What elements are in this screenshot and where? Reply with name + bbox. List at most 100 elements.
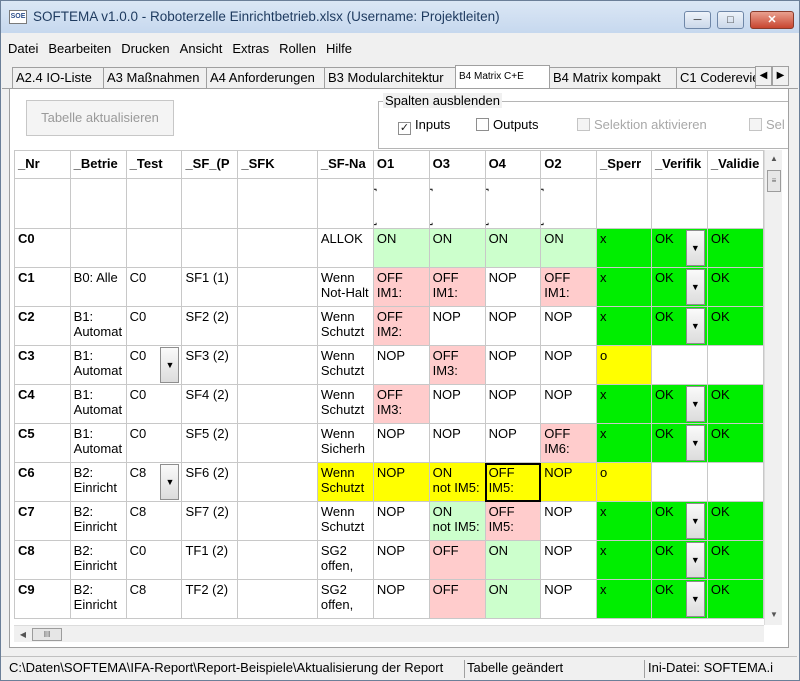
cell-sfp[interactable] bbox=[181, 228, 239, 268]
cell-o2[interactable]: NOP bbox=[540, 345, 598, 385]
cell-verifik[interactable]: OK ▼ bbox=[650, 267, 708, 307]
cell-o3[interactable]: OFF bbox=[428, 540, 486, 580]
table-row[interactable]: C4 B1: Automat C0 SF4 (2) Wenn Schutzt OFF IM… bbox=[14, 384, 764, 424]
cell-betrieb[interactable]: B1: Automat bbox=[69, 384, 127, 424]
column-header[interactable]: _Nr bbox=[14, 150, 71, 179]
chevron-down-icon[interactable]: ▼ bbox=[160, 347, 180, 383]
cell-sfp[interactable]: SF7 (2) bbox=[181, 501, 239, 541]
vertical-scrollbar[interactable]: ▲ ≡ ▼ bbox=[764, 150, 782, 625]
cell-verifik[interactable]: OK ▼ bbox=[650, 501, 708, 541]
cell-o1[interactable]: NOP bbox=[372, 579, 430, 619]
menu-drucken[interactable]: Drucken bbox=[115, 37, 173, 56]
cell-sfna[interactable]: Wenn Schutzt bbox=[316, 501, 374, 541]
cell-sfp[interactable]: SF4 (2) bbox=[181, 384, 239, 424]
cell-test[interactable] bbox=[125, 228, 183, 268]
cell-o2[interactable]: OFF IM1: bbox=[540, 267, 598, 307]
cell-valid[interactable]: OK bbox=[706, 423, 764, 463]
cell-sfp[interactable]: SF2 (2) bbox=[181, 306, 239, 346]
matrix-grid[interactable]: _Nr _Betrie _Test _SF_(P _SFK _SF-Na O1 O3 O4 O2 _… bbox=[14, 150, 764, 620]
cell-o4[interactable]: NOP bbox=[484, 306, 542, 346]
cell-betrieb[interactable]: B0: Alle bbox=[69, 267, 127, 307]
scroll-up-icon[interactable]: ▲ bbox=[766, 151, 782, 167]
tab-massnahmen[interactable]: A3 Maßnahmen bbox=[103, 67, 207, 88]
cell-sfk[interactable] bbox=[237, 540, 318, 580]
cell-sfna[interactable]: ALLOK bbox=[316, 228, 374, 268]
cell-o1[interactable]: ON bbox=[372, 228, 430, 268]
tab-matrix-ce[interactable]: B4 Matrix C+E bbox=[455, 65, 550, 88]
cell-o3[interactable]: OFF IM3: bbox=[428, 345, 486, 385]
cell-sperr[interactable]: x bbox=[596, 579, 652, 619]
cell-o4[interactable]: ON bbox=[484, 579, 542, 619]
menu-ansicht[interactable]: Ansicht bbox=[174, 37, 227, 56]
column-header[interactable]: _Betrie bbox=[69, 150, 127, 179]
column-header[interactable]: _Sperr bbox=[596, 150, 652, 179]
chevron-down-icon[interactable]: ▼ bbox=[685, 230, 705, 266]
cell-o2[interactable]: NOP bbox=[540, 462, 598, 502]
cell-nr[interactable]: C7 bbox=[14, 501, 71, 541]
cell-o2[interactable]: NOP bbox=[540, 306, 598, 346]
cell-verifik[interactable]: OK ▼ bbox=[650, 579, 708, 619]
cell-test[interactable]: C0 ▼ bbox=[125, 345, 183, 385]
column-header[interactable]: _SF-Na bbox=[316, 150, 374, 179]
cell-o3[interactable]: OFF IM1: bbox=[428, 267, 486, 307]
cell-o4[interactable]: NOP bbox=[484, 384, 542, 424]
scroll-down-icon[interactable]: ▼ bbox=[766, 607, 782, 623]
horizontal-scroll-thumb[interactable]: ‖‖ bbox=[32, 628, 62, 641]
cell-valid[interactable]: OK bbox=[706, 579, 764, 619]
tab-matrix-kompakt[interactable]: B4 Matrix kompakt bbox=[549, 67, 677, 88]
cell-o2[interactable]: ON bbox=[540, 228, 598, 268]
cell-sfk[interactable] bbox=[237, 462, 318, 502]
cell-betrieb[interactable]: B1: Automat bbox=[69, 345, 127, 385]
column-header[interactable]: _SF_(P bbox=[181, 150, 239, 179]
cell-valid[interactable] bbox=[706, 462, 764, 502]
column-header[interactable]: _SFK bbox=[237, 150, 318, 179]
cell-betrieb[interactable]: B1: Automat bbox=[69, 306, 127, 346]
chevron-down-icon[interactable]: ▼ bbox=[685, 542, 705, 578]
maximize-icon[interactable]: □ bbox=[717, 11, 744, 29]
cell-o4[interactable]: ON bbox=[484, 228, 542, 268]
table-row[interactable]: C9 B2: Einricht C8 TF2 (2) SG2 offen, NOP OFF O… bbox=[14, 579, 764, 619]
cell-nr[interactable]: C8 bbox=[14, 540, 71, 580]
vertical-scroll-thumb[interactable]: ≡ bbox=[767, 170, 781, 192]
cell-o4[interactable]: OFF IM5: bbox=[484, 462, 542, 502]
menu-extras[interactable]: Extras bbox=[226, 37, 273, 56]
cell-sperr[interactable]: x bbox=[596, 228, 652, 268]
column-header[interactable]: _Validie bbox=[706, 150, 764, 179]
cell-o1[interactable]: NOP bbox=[372, 540, 430, 580]
table-row[interactable]: C1 B0: Alle C0 SF1 (1) Wenn Not-Halt OFF IM1:… bbox=[14, 267, 764, 307]
cell-o3[interactable]: ON not IM5: bbox=[428, 462, 486, 502]
chevron-down-icon[interactable]: ▼ bbox=[685, 386, 705, 422]
cell-o2[interactable]: NOP bbox=[540, 579, 598, 619]
cell-betrieb[interactable] bbox=[69, 228, 127, 268]
column-header[interactable]: O4 bbox=[484, 150, 542, 179]
menu-hilfe[interactable]: Hilfe bbox=[320, 37, 356, 56]
cell-sfna[interactable]: Wenn Sicherh bbox=[316, 423, 374, 463]
cell-valid[interactable]: OK bbox=[706, 384, 764, 424]
cell-betrieb[interactable]: B2: Einricht bbox=[69, 462, 127, 502]
cell-sperr[interactable]: x bbox=[596, 306, 652, 346]
cell-o1[interactable]: OFF IM3: bbox=[372, 384, 430, 424]
chevron-down-icon[interactable]: ▼ bbox=[685, 308, 705, 344]
outputs-checkbox[interactable]: Outputs bbox=[476, 117, 539, 132]
cell-o4[interactable]: ON bbox=[484, 540, 542, 580]
title-bar[interactable]: SOE SOFTEMA v1.0.0 - Roboterzelle Einric… bbox=[1, 1, 799, 33]
cell-sfna[interactable]: Wenn Schutzt bbox=[316, 384, 374, 424]
cell-o1[interactable]: NOP bbox=[372, 345, 430, 385]
cell-sfp[interactable]: SF6 (2) bbox=[181, 462, 239, 502]
cell-sperr[interactable]: x bbox=[596, 267, 652, 307]
cell-betrieb[interactable]: B2: Einricht bbox=[69, 540, 127, 580]
column-header[interactable]: _Verifik bbox=[650, 150, 708, 179]
cell-sfna[interactable]: Wenn Schutzt bbox=[316, 345, 374, 385]
cell-sfp[interactable]: SF3 (2) bbox=[181, 345, 239, 385]
tab-modularchitektur[interactable]: B3 Modularchitektur bbox=[324, 67, 456, 88]
cell-o1[interactable]: OFF IM2: bbox=[372, 306, 430, 346]
cell-test[interactable]: C8 bbox=[125, 501, 183, 541]
table-row[interactable]: C2 B1: Automat C0 SF2 (2) Wenn Schutzt OFF IM… bbox=[14, 306, 764, 346]
cell-verifik[interactable]: OK ▼ bbox=[650, 228, 708, 268]
cell-nr[interactable]: C2 bbox=[14, 306, 71, 346]
cell-valid[interactable]: OK bbox=[706, 540, 764, 580]
cell-o2[interactable]: OFF IM6: bbox=[540, 423, 598, 463]
cell-o4[interactable]: OFF IM5: bbox=[484, 501, 542, 541]
tab-scroll-right-icon[interactable]: ▶ bbox=[772, 66, 789, 86]
cell-o3[interactable]: ON not IM5: bbox=[428, 501, 486, 541]
